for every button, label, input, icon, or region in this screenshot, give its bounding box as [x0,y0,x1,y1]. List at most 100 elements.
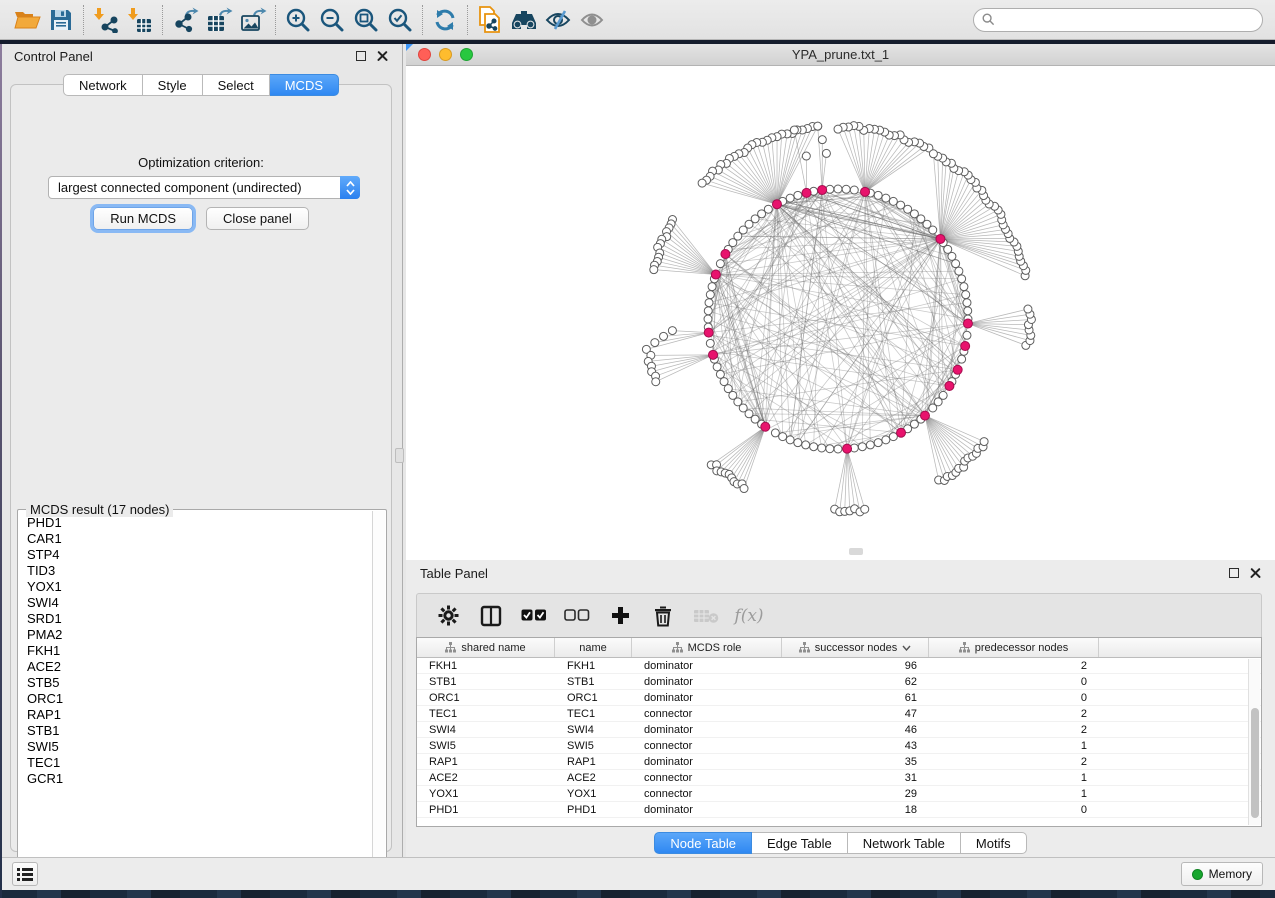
table-row[interactable]: ACE2ACE2connector311 [417,770,1261,786]
network-graph[interactable] [406,66,1275,559]
tab-style[interactable]: Style [143,74,203,96]
open-file-button[interactable] [10,4,44,36]
float-panel-icon[interactable] [356,51,366,61]
network-node[interactable] [740,485,748,493]
mcds-result-item[interactable]: SWI4 [19,595,371,611]
network-hub-node[interactable] [721,250,730,259]
table-row[interactable]: YOX1YOX1connector291 [417,786,1261,802]
network-node[interactable] [810,443,818,451]
export-table-button[interactable] [202,4,236,36]
mcds-result-item[interactable]: STB1 [19,723,371,739]
network-node[interactable] [650,266,658,274]
network-hub-node[interactable] [897,428,906,437]
close-panel-button[interactable]: Close panel [206,207,309,230]
network-node[interactable] [889,197,897,205]
network-node[interactable] [794,439,802,447]
network-node[interactable] [960,283,968,291]
network-hub-node[interactable] [861,187,870,196]
mcds-result-item[interactable]: PHD1 [19,515,371,531]
show-panel-button[interactable] [575,4,609,36]
network-node[interactable] [802,152,810,160]
network-node[interactable] [704,315,712,323]
table-row[interactable]: SWI5SWI5connector431 [417,738,1261,754]
network-node[interactable] [705,299,713,307]
network-node[interactable] [802,441,810,449]
tab-network[interactable]: Network [63,74,143,96]
mcds-result-item[interactable]: SWI5 [19,739,371,755]
network-from-document-button[interactable] [473,4,507,36]
search-network-button[interactable] [507,4,541,36]
network-node[interactable] [889,433,897,441]
tab-node-table[interactable]: Node Table [654,832,752,854]
network-node[interactable] [786,194,794,202]
import-table-button[interactable] [123,4,157,36]
table-row[interactable]: SWI4SWI4dominator462 [417,722,1261,738]
save-session-button[interactable] [44,4,78,36]
network-node[interactable] [861,505,869,513]
network-node[interactable] [706,291,714,299]
network-hub-node[interactable] [818,185,827,194]
network-hub-node[interactable] [711,270,720,279]
network-hub-node[interactable] [802,188,811,197]
network-node[interactable] [962,291,970,299]
network-node[interactable] [818,444,826,452]
network-node[interactable] [790,126,798,134]
network-node[interactable] [963,331,971,339]
network-node[interactable] [698,179,706,187]
network-node[interactable] [958,355,966,363]
network-node[interactable] [964,307,972,315]
network-node[interactable] [963,299,971,307]
delete-column-button[interactable] [650,603,676,629]
network-node[interactable] [874,439,882,447]
network-node[interactable] [706,339,714,347]
network-node[interactable] [704,307,712,315]
table-settings-button[interactable] [435,603,461,629]
mcds-result-item[interactable]: TID3 [19,563,371,579]
network-node[interactable] [866,441,874,449]
network-hub-node[interactable] [963,319,972,328]
network-hub-node[interactable] [704,328,713,337]
tab-motifs[interactable]: Motifs [961,832,1027,854]
network-node[interactable] [955,267,963,275]
network-node[interactable] [814,122,822,130]
tab-network-table[interactable]: Network Table [848,832,961,854]
network-node[interactable] [716,370,724,378]
run-mcds-button[interactable]: Run MCDS [93,207,193,230]
network-node[interactable] [708,283,716,291]
delete-table-button[interactable] [693,603,719,629]
column-header-mcds-role[interactable]: MCDS role [632,638,782,657]
network-node[interactable] [834,185,842,193]
zoom-in-button[interactable] [281,4,315,36]
network-node[interactable] [660,332,668,340]
network-node[interactable] [713,363,721,371]
mcds-result-item[interactable]: CAR1 [19,531,371,547]
network-hub-node[interactable] [945,381,954,390]
network-node[interactable] [818,136,826,144]
mcds-result-item[interactable]: ACE2 [19,659,371,675]
network-node[interactable] [882,194,890,202]
network-node[interactable] [834,445,842,453]
float-table-panel-icon[interactable] [1229,568,1239,578]
close-panel-icon[interactable] [377,51,388,62]
memory-button[interactable]: Memory [1181,862,1263,886]
close-table-panel-icon[interactable] [1250,568,1261,579]
network-hub-node[interactable] [936,234,945,243]
update-view-button[interactable] [428,4,462,36]
network-node[interactable] [652,378,660,386]
export-image-button[interactable] [236,4,270,36]
select-all-button[interactable] [521,603,547,629]
network-node[interactable] [651,339,659,347]
column-header-name[interactable]: name [555,638,632,657]
task-history-button[interactable] [12,862,38,886]
network-node[interactable] [958,275,966,283]
network-node[interactable] [858,443,866,451]
network-hub-node[interactable] [953,365,962,374]
network-node[interactable] [929,150,937,158]
network-node[interactable] [834,125,842,133]
network-hub-node[interactable] [772,200,781,209]
search-input[interactable] [973,8,1263,32]
mcds-result-item[interactable]: PMA2 [19,627,371,643]
export-network-button[interactable] [168,4,202,36]
zoom-selected-button[interactable] [383,4,417,36]
mcds-result-item[interactable]: TEC1 [19,755,371,771]
